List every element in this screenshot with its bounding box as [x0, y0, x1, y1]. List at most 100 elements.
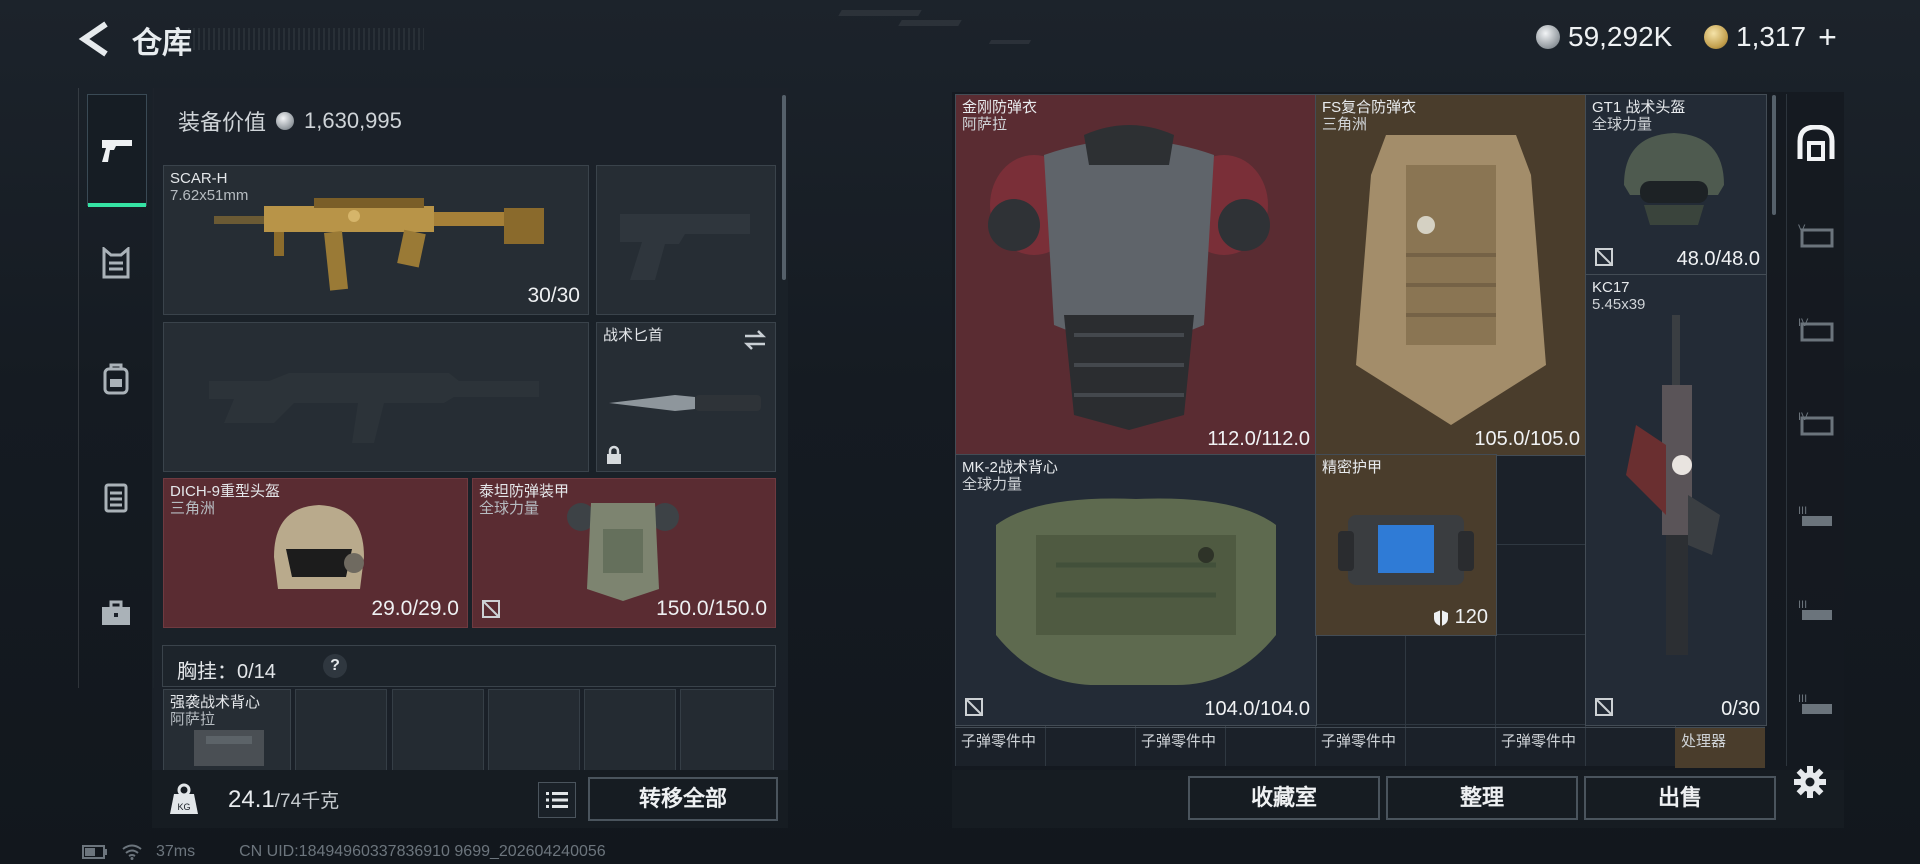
pistol-icon	[102, 140, 132, 162]
armor-value: 120	[1433, 606, 1488, 629]
item-name: 子弹零件中	[1141, 733, 1217, 750]
durability: 105.0/105.0	[1474, 428, 1580, 450]
chest-rig-icon	[104, 483, 128, 513]
chest-rig-cell[interactable]	[680, 689, 774, 771]
equipment-value-label: 装备价值	[178, 110, 267, 135]
item-name: GT1 战术头盔	[1592, 99, 1686, 116]
stash-item-mk2-vest[interactable]: MK-2战术背心 全球力量 104.0/104.0	[955, 454, 1317, 726]
primary-weapon-slot[interactable]: SCAR-H 7.62x51mm 30/30	[163, 165, 589, 315]
weight-icon: KG	[170, 783, 198, 814]
list-icon	[546, 792, 568, 808]
title-decoration	[188, 28, 424, 50]
battery-icon	[82, 845, 107, 859]
stash-item-precision-armor-plate[interactable]: 精密护甲 120	[1315, 454, 1497, 636]
shield-icon	[1433, 609, 1448, 626]
silver-currency: 59,292K	[1536, 20, 1672, 54]
filter-tier4-button[interactable]: IV	[1791, 304, 1841, 354]
stash-item-gt1-helmet[interactable]: GT1 战术头盔 全球力量 48.0/48.0	[1585, 94, 1767, 276]
sidebar-item-chest-rig[interactable]	[87, 468, 145, 526]
item-name: 泰坦防弹装甲	[479, 483, 570, 500]
all-items-icon	[1797, 125, 1835, 161]
add-currency-button[interactable]: +	[1818, 19, 1837, 56]
sort-button[interactable]: 整理	[1386, 776, 1578, 820]
user-uid: CN UID:18494960337836910 9699_2026042400…	[239, 843, 606, 860]
no-repair-icon	[482, 600, 500, 618]
page-title: 仓库	[132, 27, 192, 60]
durability: 48.0/48.0	[1676, 248, 1760, 270]
back-button[interactable]	[78, 20, 114, 58]
item-name: 处理器	[1681, 733, 1727, 750]
chest-rig-cell[interactable]	[488, 689, 580, 771]
carry-weight: 24.1/74千克	[228, 786, 339, 814]
item-name: FS复合防弹衣	[1322, 99, 1417, 116]
item-name: KC17	[1592, 279, 1630, 296]
item-name: MK-2战术背心	[962, 459, 1058, 476]
gold-currency[interactable]: 1,317 +	[1704, 19, 1837, 56]
sidearm-slot-empty[interactable]	[596, 165, 776, 315]
sidebar-item-armor[interactable]	[87, 234, 145, 292]
filter-tier4b-button[interactable]: IV	[1791, 398, 1841, 448]
armor-slot[interactable]: 泰坦防弹装甲 全球力量 150.0/150.0	[472, 478, 776, 628]
silver-amount: 59,292K	[1568, 21, 1673, 52]
tier-4-armor-icon: IV	[1798, 317, 1834, 342]
stash-item-processor[interactable]: 处理器	[1675, 727, 1765, 768]
chest-rig-cell[interactable]	[295, 689, 387, 771]
sidebar-item-weapons[interactable]	[87, 94, 147, 207]
equipment-value-amount: 1,630,995	[304, 108, 402, 133]
helmet-slot[interactable]: DICH-9重型头盔 三角洲 29.0/29.0	[163, 478, 468, 628]
durability: 104.0/104.0	[1204, 698, 1310, 720]
stash-item-ammo-parts[interactable]: 子弹零件中	[1495, 727, 1675, 768]
rifle-silhouette-icon	[209, 373, 539, 443]
sidebar-item-backpack[interactable]	[87, 350, 145, 408]
stash-scrollbar[interactable]	[1772, 95, 1776, 215]
chest-rig-cell[interactable]	[584, 689, 676, 771]
gold-coin-icon	[1704, 25, 1728, 49]
filter-all-button[interactable]	[1791, 118, 1841, 168]
chest-rig-capacity: 胸挂：0/14 ?	[162, 645, 776, 687]
back-arrow-icon	[78, 21, 108, 57]
swap-icon[interactable]	[743, 329, 767, 351]
filter-tier3c-button[interactable]: III	[1791, 680, 1841, 730]
loadout-scrollbar[interactable]	[782, 95, 786, 280]
collection-room-button[interactable]: 收藏室	[1188, 776, 1380, 820]
durability: 112.0/112.0	[1207, 428, 1310, 450]
titan-armor-image	[567, 503, 679, 601]
wifi-icon	[122, 844, 142, 860]
melee-slot[interactable]: 战术匕首	[596, 322, 776, 472]
stash-item-ammo-parts[interactable]: 子弹零件中	[1135, 727, 1315, 768]
stash-filter-column: V IV IV III III III	[1786, 94, 1843, 766]
svg-text:III: III	[1798, 693, 1807, 705]
chest-rig-cell[interactable]	[392, 689, 484, 771]
filter-tier3b-button[interactable]: III	[1791, 586, 1841, 636]
help-icon[interactable]: ?	[323, 654, 347, 678]
backpack-slot[interactable]: 强袭战术背心 阿萨拉	[163, 689, 291, 771]
stash-item-ammo-parts[interactable]: 子弹零件中	[1315, 727, 1495, 768]
svg-text:III: III	[1798, 505, 1807, 517]
no-repair-icon	[965, 698, 983, 716]
no-repair-icon	[1595, 248, 1613, 266]
current-weight: 24.1	[228, 786, 275, 813]
secondary-weapon-slot-empty[interactable]	[163, 322, 589, 472]
stash-item-kc17-rifle[interactable]: KC17 5.45x39 0/30	[1585, 274, 1767, 726]
stash-item-jingang-armor[interactable]: 金刚防弹衣 阿萨拉 112.0/112.0	[955, 94, 1317, 456]
backpack-icon	[103, 363, 129, 395]
sell-button[interactable]: 出售	[1584, 776, 1776, 820]
precision-armor-kit-image	[1338, 515, 1474, 585]
stash-item-ammo-parts[interactable]: 子弹零件中	[955, 727, 1135, 768]
sidebar-item-case[interactable]	[87, 584, 145, 642]
item-faction: 全球力量	[479, 500, 540, 517]
tactical-knife-image	[609, 395, 761, 411]
no-repair-icon	[1595, 698, 1613, 716]
filter-tier5-button[interactable]: V	[1791, 210, 1841, 260]
category-sidebar	[78, 88, 154, 688]
tier-3-armor-icon: III	[1798, 599, 1832, 620]
tier-4-armor-icon: IV	[1798, 411, 1834, 436]
transfer-all-button[interactable]: 转移全部	[588, 777, 778, 821]
stash-item-fs-armor[interactable]: FS复合防弹衣 三角洲 105.0/105.0	[1315, 94, 1587, 456]
tier-5-armor-icon: V	[1798, 223, 1834, 248]
filter-tier3-button[interactable]: III	[1791, 492, 1841, 542]
list-view-button[interactable]	[538, 782, 576, 818]
settings-button[interactable]	[1792, 764, 1828, 800]
silver-coin-icon	[276, 112, 295, 130]
mk2-tactical-vest-image	[996, 498, 1276, 685]
